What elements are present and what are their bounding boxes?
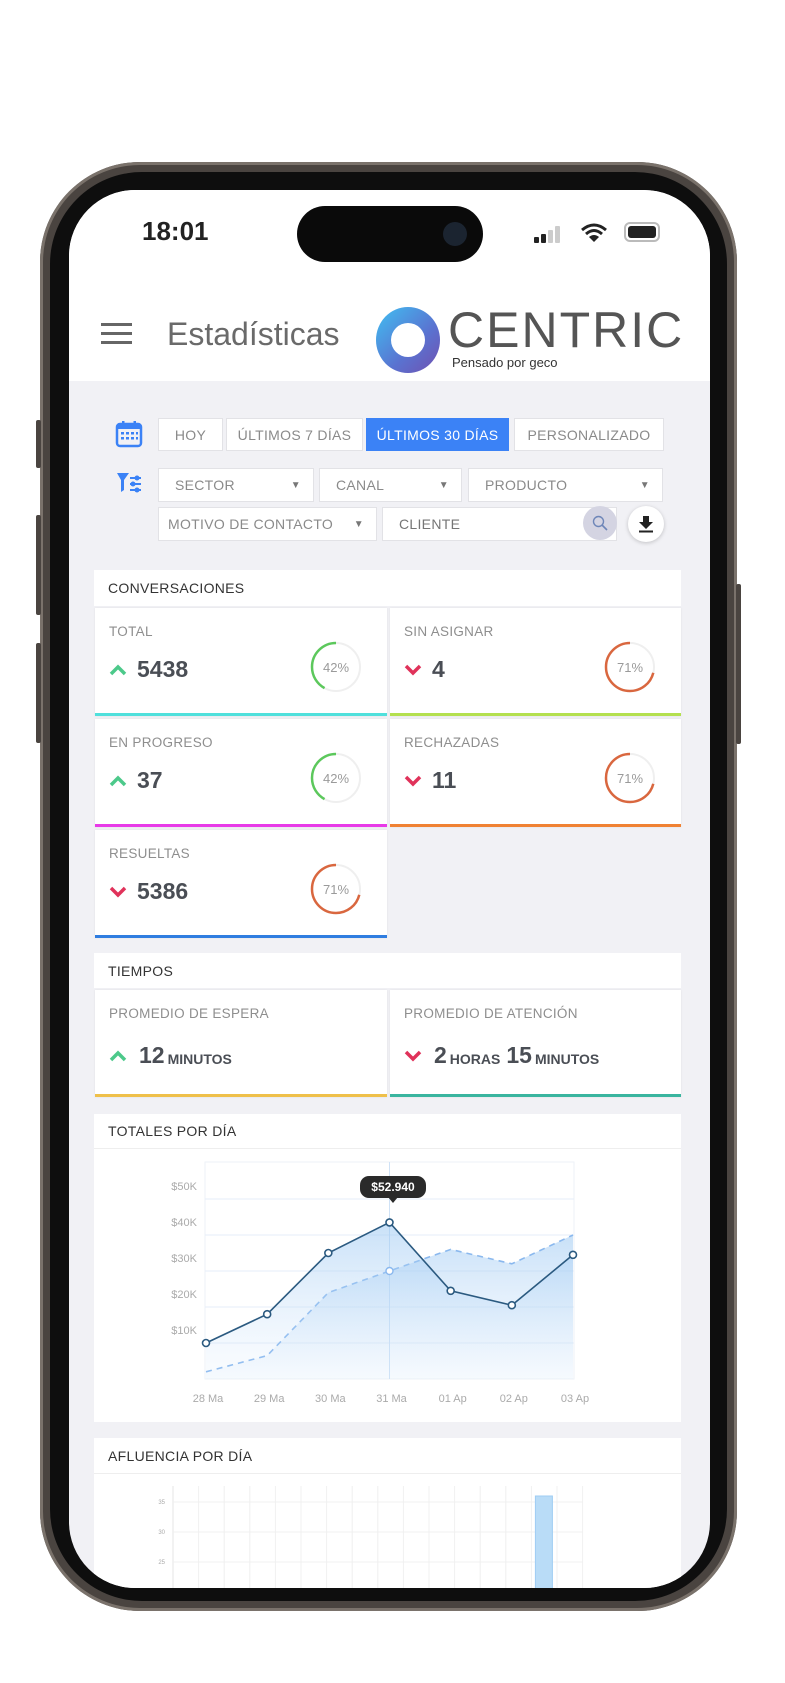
x-tick-label: 01 Ap bbox=[439, 1393, 467, 1405]
time-label: PROMEDIO DE ATENCIÓN bbox=[404, 1006, 578, 1021]
stat-card: RECHAZADAS 11 71% bbox=[390, 719, 681, 827]
x-tick-label: 30 Ma bbox=[315, 1393, 346, 1405]
progress-ring: 42% bbox=[309, 751, 363, 805]
time-value: 2 HORAS 15 MINUTOS bbox=[404, 1042, 605, 1069]
time-card: PROMEDIO DE ESPERA 12 MINUTOS bbox=[95, 990, 387, 1097]
data-point bbox=[446, 1286, 455, 1296]
stat-label: RESUELTAS bbox=[109, 846, 190, 861]
y-tick-label: $50K bbox=[171, 1181, 197, 1193]
y-tick-label: $30K bbox=[171, 1253, 197, 1265]
tooltip-pointer bbox=[388, 1197, 398, 1203]
stat-value: 37 bbox=[109, 767, 163, 794]
volume-up-button bbox=[36, 515, 41, 615]
stat-value: 11 bbox=[404, 767, 456, 794]
y-tick-label: 30 bbox=[158, 1530, 165, 1536]
time-value: 12 MINUTOS bbox=[109, 1042, 238, 1069]
trend-down-icon bbox=[109, 886, 127, 897]
stat-number: 5386 bbox=[137, 878, 189, 904]
phone-screen: 18:01 Estadísticas CENTRIC Pensado por g… bbox=[69, 190, 710, 1588]
y-tick-label: $20K bbox=[171, 1289, 197, 1301]
card-accent-bar bbox=[390, 1094, 681, 1097]
card-accent-bar bbox=[95, 713, 387, 716]
y-tick-label: $40K bbox=[171, 1217, 197, 1229]
stat-number: 4 bbox=[432, 656, 445, 682]
time-card: PROMEDIO DE ATENCIÓN 2 HORAS 15 MINUTOS bbox=[390, 990, 681, 1097]
x-tick-label: 28 Ma bbox=[193, 1393, 224, 1405]
x-tick-label: 29 Ma bbox=[254, 1393, 285, 1405]
stat-number: 11 bbox=[432, 767, 457, 793]
data-point bbox=[507, 1300, 517, 1310]
stat-label: EN PROGRESO bbox=[109, 735, 213, 750]
time-number: 2 bbox=[434, 1042, 447, 1068]
progress-label: 71% bbox=[322, 881, 350, 897]
stat-card: SIN ASIGNAR 4 71% bbox=[390, 608, 681, 716]
stat-number: 5438 bbox=[137, 656, 189, 682]
trend-up-icon bbox=[109, 664, 127, 675]
y-tick-label: 25 bbox=[158, 1560, 165, 1566]
time-number: 12 bbox=[139, 1042, 165, 1068]
card-accent-bar bbox=[95, 824, 387, 827]
stat-value: 4 bbox=[404, 656, 445, 683]
stat-label: SIN ASIGNAR bbox=[404, 624, 494, 639]
trend-down-icon bbox=[404, 775, 422, 786]
time-unit: MINUTOS bbox=[167, 1050, 232, 1067]
time-number: 15 bbox=[506, 1042, 532, 1068]
action-button bbox=[36, 420, 41, 468]
bar bbox=[534, 1495, 553, 1588]
time-unit: HORAS bbox=[449, 1050, 501, 1067]
data-point bbox=[201, 1338, 211, 1348]
stat-number: 37 bbox=[137, 767, 163, 793]
card-accent-bar bbox=[390, 713, 681, 716]
progress-label: 42% bbox=[322, 659, 350, 675]
progress-ring: 42% bbox=[309, 640, 363, 694]
progress-ring: 71% bbox=[603, 751, 657, 805]
data-point bbox=[262, 1309, 272, 1319]
x-tick-label: 03 Ap bbox=[561, 1393, 589, 1405]
chart-tooltip: $52.940 bbox=[360, 1176, 426, 1198]
x-tick-label: 31 Ma bbox=[376, 1393, 407, 1405]
time-unit: MINUTOS bbox=[534, 1050, 600, 1067]
trend-down-icon bbox=[404, 1050, 422, 1061]
card-accent-bar bbox=[95, 1094, 387, 1097]
volume-down-button bbox=[36, 643, 41, 743]
stat-card: RESUELTAS 5386 71% bbox=[95, 830, 387, 938]
power-button bbox=[736, 584, 741, 744]
time-label: PROMEDIO DE ESPERA bbox=[109, 1006, 269, 1021]
stat-label: TOTAL bbox=[109, 624, 153, 639]
data-point bbox=[568, 1250, 578, 1260]
progress-label: 71% bbox=[616, 659, 644, 675]
y-tick-label: 35 bbox=[158, 1500, 165, 1506]
stat-card: EN PROGRESO 37 42% bbox=[95, 719, 387, 827]
card-accent-bar bbox=[390, 824, 681, 827]
stat-card: TOTAL 5438 42% bbox=[95, 608, 387, 716]
stat-label: RECHAZADAS bbox=[404, 735, 500, 750]
trend-up-icon bbox=[109, 775, 127, 786]
x-tick-label: 02 Ap bbox=[500, 1393, 528, 1405]
trend-up-icon bbox=[109, 1050, 127, 1061]
progress-ring: 71% bbox=[603, 640, 657, 694]
trend-down-icon bbox=[404, 664, 422, 675]
progress-label: 42% bbox=[322, 770, 350, 786]
stat-value: 5386 bbox=[109, 878, 188, 905]
data-point bbox=[385, 1266, 394, 1276]
y-tick-label: $10K bbox=[171, 1325, 197, 1337]
data-point bbox=[385, 1218, 394, 1227]
data-point bbox=[324, 1248, 333, 1258]
progress-ring: 71% bbox=[309, 862, 363, 916]
stat-value: 5438 bbox=[109, 656, 188, 683]
card-accent-bar bbox=[95, 935, 387, 938]
progress-label: 71% bbox=[616, 770, 644, 786]
